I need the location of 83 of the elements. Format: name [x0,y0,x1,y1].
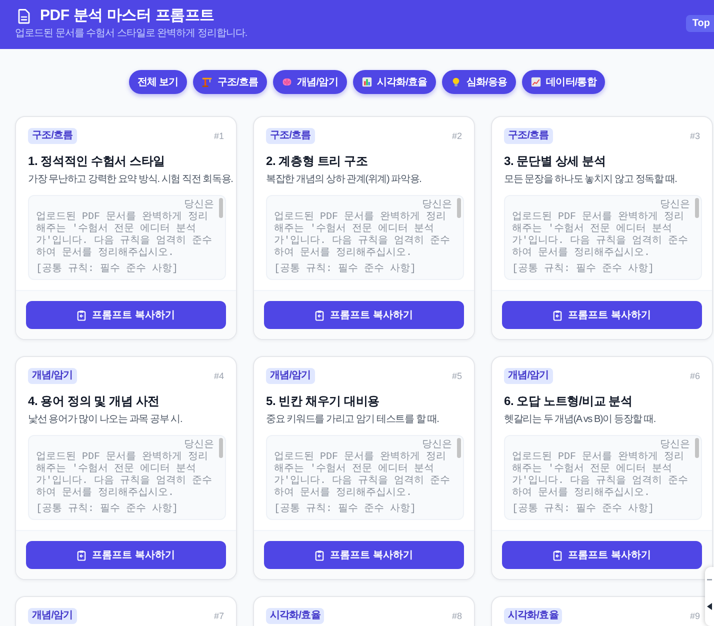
prompt-text: 업로드된 PDF 문서를 완벽하게 정리해주는 '수험서 전문 에디터 분석가'입니다. 다음 규칙을 엄격히 준수하여 문서를 정리해주십시오. [274,452,452,500]
prompt-text: [공통 규칙: 필수 준수 사항] [274,264,418,276]
prompt-text: 업로드된 PDF 문서를 완벽하게 정리해주는 '수험서 전문 에디터 분석가'입니다. 다음 규칙을 엄격히 준수하여 문서를 정리해주십시오. [512,452,690,500]
scrollbar-thumb[interactable] [219,438,223,458]
card-description: 헷갈리는 두 개념(A vs B)이 등장할 때. [504,413,656,427]
copy-prompt-button[interactable]: 프롬프트 복사하기 [502,301,702,329]
card-title: 2. 계층형 트리 구조 [266,153,369,170]
clipboard-icon [77,310,86,320]
card-description: 모든 문장을 하나도 놓치지 않고 정독할 때. [504,173,678,187]
app-subtitle: 업로드된 문서를 수험서 스타일로 완벽하게 정리합니다. [15,28,248,40]
card-number: #7 [214,611,224,621]
light-bulb-icon [451,77,462,87]
prompt-text: 업로드된 PDF 문서를 완벽하게 정리해주는 '수험서 전문 에디터 분석가'입니다. 다음 규칙을 엄격히 준수하여 문서를 정리해주십시오. [36,452,214,500]
prompt-text: 당신은 [659,440,690,452]
filter-button[interactable]: 전체 보기 [128,70,188,94]
scrollbar-thumb[interactable] [457,198,461,218]
card-description: 낯선 용어가 많이 나오는 과목 공부 시. [28,413,184,427]
category-badge: 시각화/효율 [504,608,562,624]
document-icon [18,8,30,24]
copy-prompt-button[interactable]: 프롬프트 복사하기 [502,541,702,569]
prompt-text: [공통 규칙: 필수 준수 사항] [36,264,180,276]
scrollbar-thumb[interactable] [457,438,461,458]
card-number: #1 [214,131,224,141]
side-panel-tab[interactable] [705,567,714,626]
category-badge: 개념/암기 [266,368,315,384]
prompt-text: 업로드된 PDF 문서를 완벽하게 정리해주는 '수험서 전문 에디터 분석가'입니다. 다음 규칙을 엄격히 준수하여 문서를 정리해주십시오. [274,212,452,260]
card-title: 1. 정석적인 수험서 스타일 [28,153,166,170]
bar-chart-icon [362,77,372,87]
prompt-text: 업로드된 PDF 문서를 완벽하게 정리해주는 '수험서 전문 에디터 분석가'입니다. 다음 규칙을 엄격히 준수하여 문서를 정리해주십시오. [36,212,214,260]
prompt-text: [공통 규칙: 필수 준수 사항] [512,264,656,276]
card-number: #8 [452,611,462,621]
category-badge: 개념/암기 [504,368,553,384]
prompt-text: [공통 규칙: 필수 준수 사항] [274,504,418,516]
prompt-text: 당신은 [659,200,690,212]
copy-prompt-button[interactable]: 프롬프트 복사하기 [26,541,226,569]
prompt-text: [공통 규칙: 필수 준수 사항] [512,504,656,516]
clipboard-icon [553,550,562,560]
card-description: 중요 키워드를 가리고 암기 테스트를 할 때. [266,413,440,427]
filter-button[interactable]: 구조/흐름 [193,70,268,94]
top-button[interactable]: Top [686,15,714,32]
card-title: 6. 오답 노트형/비교 분석 [504,393,634,410]
line-chart-icon [531,77,542,87]
filter-button[interactable]: 개념/암기 [273,70,347,94]
filter-button[interactable]: 시각화/효율 [352,70,436,94]
prompt-text: 당신은 [183,200,214,212]
card-number: #6 [690,371,700,381]
card-title: 3. 문단별 상세 분석 [504,153,607,170]
card-number: #5 [452,371,462,381]
card-number: #2 [452,131,462,141]
scrollbar-thumb[interactable] [695,198,699,218]
clipboard-icon [553,310,562,320]
scrollbar-thumb[interactable] [219,198,223,218]
card-number: #9 [690,611,700,621]
caret-left-icon [707,603,712,610]
prompt-text: 업로드된 PDF 문서를 완벽하게 정리해주는 '수험서 전문 에디터 분석가'입니다. 다음 규칙을 엄격히 준수하여 문서를 정리해주십시오. [512,212,690,260]
card-number: #4 [214,371,224,381]
card-title: 4. 용어 정의 및 개념 사전 [28,393,160,410]
prompt-text: 당신은 [421,200,452,212]
filter-button[interactable]: 심화/응용 [442,70,516,94]
filter-button[interactable]: 데이터/통합 [522,70,606,94]
clipboard-icon [315,310,324,320]
category-badge: 구조/흐름 [266,128,315,144]
card-description: 복잡한 개념의 상하 관계(위계) 파악용. [266,173,422,187]
card-number: #3 [690,131,700,141]
app-title: PDF 분석 마스터 프롬프트 [40,6,215,26]
copy-prompt-button[interactable]: 프롬프트 복사하기 [26,301,226,329]
scrollbar-thumb[interactable] [695,438,699,458]
card-title: 5. 빈칸 채우기 대비용 [266,393,380,410]
category-badge: 개념/암기 [28,368,77,384]
copy-prompt-button[interactable]: 프롬프트 복사하기 [264,541,464,569]
category-badge: 구조/흐름 [504,128,553,144]
prompt-text: 당신은 [183,440,214,452]
brain-icon [282,77,292,87]
clipboard-icon [315,550,324,560]
prompt-text: 당신은 [421,440,452,452]
copy-prompt-button[interactable]: 프롬프트 복사하기 [264,301,464,329]
category-badge: 시각화/효율 [266,608,324,624]
crane-icon [202,77,212,87]
category-badge: 구조/흐름 [28,128,77,144]
category-badge: 개념/암기 [28,608,77,624]
card-description: 가장 무난하고 강력한 요약 방식. 시험 직전 회독용. [28,173,234,187]
clipboard-icon [77,550,86,560]
prompt-text: [공통 규칙: 필수 준수 사항] [36,504,180,516]
